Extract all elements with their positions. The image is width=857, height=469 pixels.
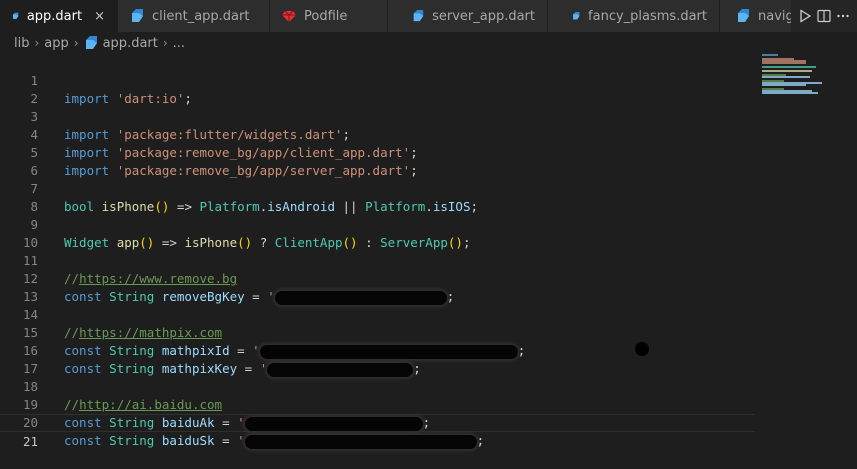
code-line-6[interactable]: 6	[0, 144, 755, 178]
code-line-15[interactable]: 15 const String mathpixId = ';	[0, 306, 755, 359]
tab-server-app-dart[interactable]: server_app.dart	[388, 0, 548, 32]
vertical-scrollbar[interactable]	[848, 54, 857, 451]
line-number: 21	[22, 434, 38, 449]
code-line-2[interactable]: 2	[0, 72, 755, 106]
code-line-13[interactable]: 13	[0, 270, 755, 304]
code-line-14[interactable]: 14 //https://mathpix.com	[0, 288, 755, 340]
code-editor[interactable]: 1 import 'dart:io'; 2 3 import 'package:…	[0, 54, 755, 451]
redacted-secret	[244, 434, 477, 449]
code-line-20[interactable]: 20 const String baiduSk = ';	[0, 396, 755, 449]
tab-label: navig	[758, 8, 794, 24]
code-line-1[interactable]: 1 import 'dart:io';	[0, 54, 755, 106]
chevron-right-icon: ›	[162, 36, 168, 50]
dart-icon	[738, 9, 749, 22]
code-line-4[interactable]: 4 import 'package:remove_bg/app/client_a…	[0, 108, 755, 160]
minimap-line	[762, 62, 806, 64]
minimap[interactable]	[758, 54, 848, 104]
dart-icon	[85, 36, 97, 49]
minimap-line	[762, 76, 810, 78]
editor-actions	[791, 0, 857, 32]
more-actions-icon[interactable]	[836, 9, 850, 23]
tab-label: fancy_plasms.dart	[588, 8, 707, 24]
dart-icon	[413, 9, 424, 22]
code-line-12[interactable]: 12 const String removeBgKey = ';	[0, 252, 755, 305]
minimap-line	[762, 92, 818, 94]
tab-label: server_app.dart	[432, 8, 535, 24]
breadcrumb-item-lib[interactable]: lib	[14, 36, 29, 51]
breadcrumb: lib › app › app.dart › ...	[0, 32, 857, 54]
redaction-dot	[635, 342, 649, 356]
code-line-9[interactable]: 9 Widget app() => isPhone() ? ClientApp(…	[0, 198, 755, 250]
minimap-line	[762, 70, 812, 72]
dart-icon	[573, 11, 580, 20]
breadcrumb-item-app[interactable]: app	[44, 36, 68, 51]
close-tab-icon[interactable]: ×	[94, 9, 105, 24]
code-line-5[interactable]: 5 import 'package:remove_bg/app/server_a…	[0, 126, 755, 178]
chevron-right-icon: ›	[34, 36, 40, 50]
dart-icon	[132, 9, 143, 22]
code-line-8[interactable]: 8	[0, 180, 755, 214]
minimap-line	[762, 84, 806, 86]
tab-app-dart[interactable]: app.dart ×	[0, 0, 118, 32]
code-line-16[interactable]: 16 const String mathpixKey = ';	[0, 324, 755, 377]
breadcrumb-item-file[interactable]: app.dart	[103, 36, 158, 51]
editor-tab-bar: app.dart × client_app.dart Podfile serve…	[0, 0, 857, 32]
ruby-icon	[282, 10, 296, 22]
tab-label: client_app.dart	[152, 8, 250, 24]
code-line-10[interactable]: 10	[0, 216, 755, 250]
dart-icon	[12, 12, 19, 19]
minimap-line	[762, 66, 816, 68]
breadcrumb-item-more[interactable]: ...	[173, 36, 185, 51]
tab-fancy-plasms-dart[interactable]: fancy_plasms.dart	[548, 0, 720, 32]
tab-podfile[interactable]: Podfile	[270, 0, 388, 32]
code-content: const String baiduSk = ';	[64, 433, 485, 449]
code-line-3[interactable]: 3 import 'package:flutter/widgets.dart';	[0, 90, 755, 142]
code-line-21[interactable]: 21	[0, 414, 755, 449]
tab-client-app-dart[interactable]: client_app.dart	[118, 0, 270, 32]
code-line-7[interactable]: 7 bool isPhone() => Platform.isAndroid |…	[0, 162, 755, 214]
tab-label: Podfile	[304, 8, 348, 24]
tab-label: app.dart	[26, 8, 83, 24]
code-line-18[interactable]: 18 //http://ai.baidu.com	[0, 360, 755, 412]
code-line-19[interactable]: 19 const String baiduAk = ';	[0, 378, 755, 431]
minimap-line	[762, 54, 778, 56]
chevron-right-icon: ›	[73, 36, 79, 50]
code-line-11[interactable]: 11 //https://www.remove.bg	[0, 234, 755, 286]
split-editor-icon[interactable]	[817, 9, 831, 23]
run-icon[interactable]	[798, 9, 812, 23]
